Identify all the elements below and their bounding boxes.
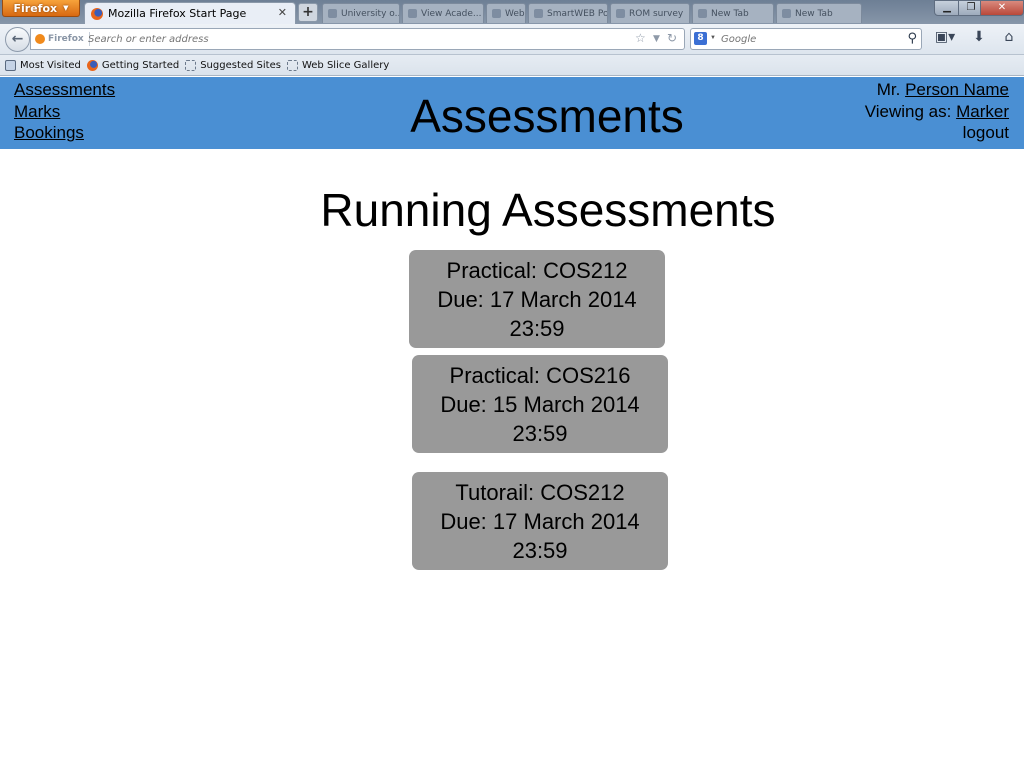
history-dropdown-icon[interactable]: ▼: [653, 34, 660, 44]
folder-icon: [5, 59, 16, 71]
url-input[interactable]: [88, 31, 618, 47]
navigation-toolbar: ← Firefox ☆ ▼ ↻ 8 ▼ ⚲ ▣▾ ⬇ ⌂: [0, 24, 1024, 55]
assessment-due: Due: 17 March 2014: [440, 509, 640, 534]
assessment-due: Due: 15 March 2014: [440, 392, 640, 417]
bookmark-star-icon[interactable]: ☆: [635, 31, 646, 45]
firefox-logo-icon: [35, 34, 45, 44]
firefox-menu-button[interactable]: Firefox ▼: [2, 0, 80, 17]
page-icon: [185, 59, 197, 71]
title-bar: Firefox ▼ Mozilla Firefox Start Page ✕ +…: [0, 0, 1024, 24]
back-arrow-icon[interactable]: ←: [5, 27, 30, 52]
tab-background[interactable]: View Acade...: [402, 3, 484, 23]
bookmark-label: Getting Started: [101, 59, 180, 71]
assessment-time: 23:59: [509, 316, 565, 341]
user-prefix: Mr.: [876, 80, 901, 99]
assessment-card[interactable]: Practical: COS216 Due: 15 March 2014 23:…: [412, 355, 668, 453]
address-bar[interactable]: Firefox ☆ ▼ ↻: [30, 28, 685, 50]
bookmark-suggested-sites[interactable]: Suggested Sites: [185, 59, 281, 71]
viewing-as-label: Viewing as:: [864, 101, 952, 121]
new-tab-button[interactable]: +: [298, 3, 318, 22]
bookmarks-toolbar: Most Visited Getting Started Suggested S…: [0, 55, 1024, 76]
tab-background[interactable]: SmartWEB Po...: [528, 3, 608, 23]
bookmark-label: Suggested Sites: [200, 59, 281, 71]
google-logo-icon[interactable]: 8: [694, 32, 707, 45]
tab-background[interactable]: New Tab: [692, 3, 774, 23]
close-tab-icon[interactable]: ✕: [278, 6, 287, 19]
assessment-time: 23:59: [512, 538, 568, 563]
tab-background[interactable]: University o...: [322, 3, 400, 23]
chevron-down-icon: ▼: [63, 4, 69, 12]
chevron-down-icon[interactable]: ▼: [710, 35, 716, 41]
role-link[interactable]: Marker: [956, 102, 1009, 121]
site-identity[interactable]: Firefox: [35, 32, 90, 46]
assessment-card[interactable]: Practical: COS212 Due: 17 March 2014 23:…: [409, 250, 665, 348]
close-window-button[interactable]: ✕: [980, 0, 1024, 16]
tab-title: Mozilla Firefox Start Page: [108, 7, 247, 20]
firefox-menu-label: Firefox: [13, 1, 58, 15]
section-title: Running Assessments: [320, 184, 776, 236]
reload-icon[interactable]: ↻: [667, 31, 677, 45]
page-icon: [286, 59, 298, 71]
site-header: Assessments Marks Bookings Assessments M…: [0, 77, 1024, 149]
assessment-name: Practical: COS216: [449, 363, 631, 388]
tab-background[interactable]: Web: [486, 3, 526, 23]
user-name-link[interactable]: Person Name: [905, 80, 1009, 99]
assessment-name: Practical: COS212: [446, 258, 628, 283]
identity-label: Firefox: [48, 34, 84, 44]
search-icon[interactable]: ⚲: [907, 31, 917, 46]
assessment-name: Tutorail: COS212: [455, 480, 625, 505]
bookmarks-menu-icon[interactable]: ▣▾: [932, 29, 958, 49]
tab-background[interactable]: New Tab: [776, 3, 862, 23]
downloads-icon[interactable]: ⬇: [970, 29, 988, 49]
page-viewport: Assessments Marks Bookings Assessments M…: [0, 77, 1024, 768]
bookmark-label: Web Slice Gallery: [301, 59, 390, 71]
search-input[interactable]: [721, 31, 891, 47]
minimize-button[interactable]: ▁: [934, 0, 960, 16]
bookmark-getting-started[interactable]: Getting Started: [86, 59, 180, 71]
user-panel: Mr. Person Name Viewing as: Marker logou…: [865, 79, 1009, 144]
search-bar[interactable]: 8 ▼ ⚲: [690, 28, 922, 50]
firefox-logo-icon: [91, 7, 103, 20]
home-icon[interactable]: ⌂: [1000, 29, 1018, 49]
assessment-card[interactable]: Tutorail: COS212 Due: 17 March 2014 23:5…: [412, 472, 668, 570]
assessment-due: Due: 17 March 2014: [437, 287, 637, 312]
tab-active[interactable]: Mozilla Firefox Start Page ✕: [84, 2, 296, 24]
bookmark-label: Most Visited: [20, 59, 81, 71]
tab-background[interactable]: ROM survey: [610, 3, 690, 23]
assessment-time: 23:59: [512, 421, 568, 446]
logout-link[interactable]: logout: [865, 122, 1009, 144]
firefox-logo-icon: [86, 59, 98, 71]
bookmark-web-slice-gallery[interactable]: Web Slice Gallery: [286, 59, 390, 71]
bookmark-most-visited[interactable]: Most Visited: [5, 59, 81, 71]
